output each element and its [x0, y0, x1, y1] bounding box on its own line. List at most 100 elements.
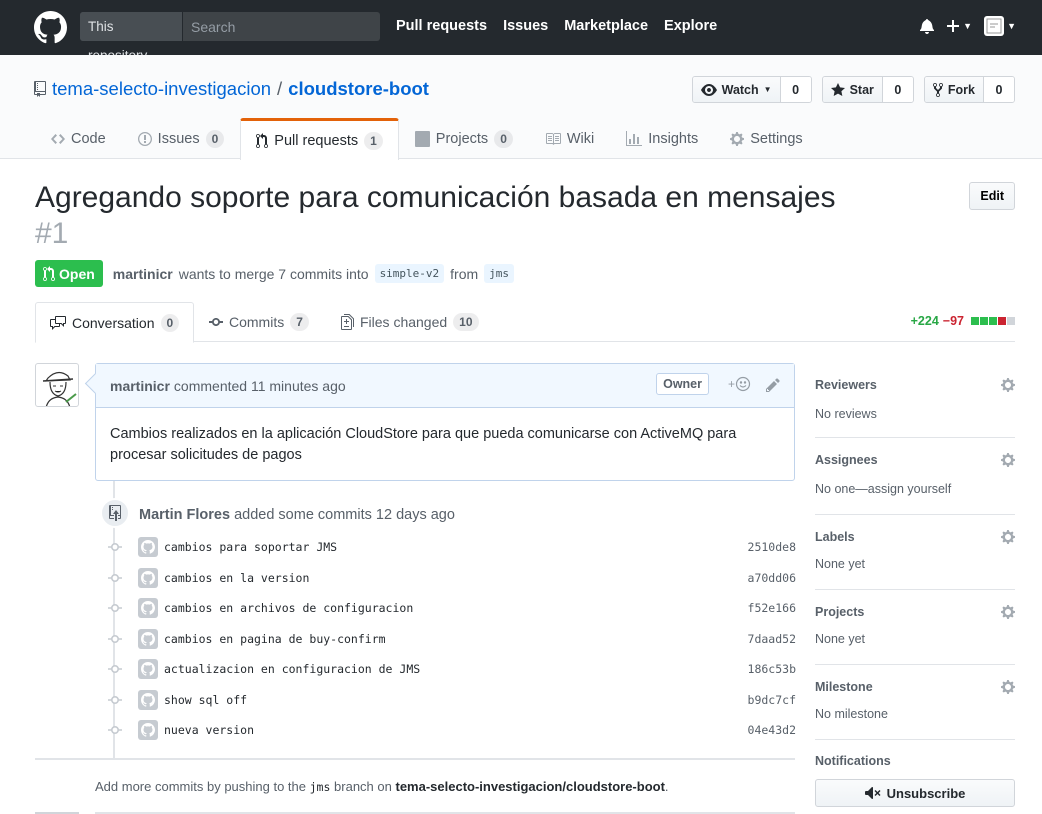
assign-yourself-link[interactable]: No one—assign yourself [815, 482, 951, 496]
tab-label: Issues [157, 131, 200, 147]
commit-sha[interactable]: 7daad52 [748, 632, 796, 646]
chevron-down-icon: ▼ [963, 21, 973, 31]
commit-row: cambios para soportar JMS 2510de8 [108, 535, 796, 559]
tab-projects[interactable]: Projects 0 [399, 118, 529, 159]
comment-timestamp[interactable]: 11 minutes ago [251, 378, 346, 394]
star-button[interactable]: Star [822, 77, 883, 102]
edit-comment-button[interactable] [766, 377, 780, 396]
tab-label: Pull requests [274, 132, 359, 149]
comment-header: martinicr commented 11 minutes ago Owner… [96, 364, 794, 408]
commit-sha[interactable]: 186c53b [748, 662, 796, 676]
issue-opened-icon [137, 132, 152, 146]
repo-name-link[interactable]: cloudstore-boot [288, 78, 429, 100]
user-avatar-dropdown[interactable]: ▼ [984, 16, 1016, 36]
commit-sha[interactable]: 04e43d2 [748, 723, 796, 737]
add-reaction-button[interactable]: + [728, 376, 751, 392]
sidebar-value: No milestone [815, 707, 888, 721]
tab-settings[interactable]: Settings [714, 118, 818, 159]
commit-author-avatar[interactable] [138, 537, 158, 557]
tab-conversation[interactable]: Conversation 0 [35, 302, 195, 343]
commit-author-avatar[interactable] [138, 689, 158, 710]
tab-wiki[interactable]: Wiki [529, 118, 610, 159]
base-branch[interactable]: simple-v2 [374, 264, 445, 283]
watch-button-group: Watch ▼ 0 [691, 76, 812, 103]
gear-icon[interactable] [1001, 604, 1015, 620]
commit-message[interactable]: cambios en archivos de configuracion [164, 601, 413, 615]
commit-row: actualizacion en configuracion de JMS 186… [108, 657, 796, 681]
commit-author-avatar[interactable] [138, 720, 158, 740]
sidebar-heading[interactable]: Projects [815, 605, 864, 619]
sidebar-heading[interactable]: Reviewers [815, 378, 877, 392]
tab-code[interactable]: Code [35, 118, 122, 159]
diffstat-block-neutral [1007, 317, 1015, 325]
tab-commits[interactable]: Commits 7 [195, 302, 323, 342]
commit-author-avatar[interactable] [138, 598, 158, 618]
comment-author-link[interactable]: martinicr [110, 378, 170, 394]
hint-repo: tema-selecto-investigacion/cloudstore-bo… [395, 779, 665, 794]
commit-message[interactable]: cambios en la version [164, 571, 309, 585]
unsubscribe-button[interactable]: Unsubscribe [815, 779, 1015, 807]
pr-sidebar: Reviewers No reviews Assignees No one—as… [815, 363, 1015, 810]
nav-marketplace[interactable]: Marketplace [564, 18, 648, 34]
tab-pull-requests[interactable]: Pull requests 1 [240, 118, 399, 160]
tab-label: Code [71, 131, 106, 147]
repo-owner-link[interactable]: tema-selecto-investigacion [52, 78, 271, 100]
commit-row: cambios en pagina de buy-confirm 7daad52 [108, 627, 796, 651]
commit-author-avatar[interactable] [138, 659, 158, 679]
pr-title: Agregando soporte para comunicación basa… [35, 181, 836, 214]
nav-explore[interactable]: Explore [664, 18, 717, 34]
commit-event: Martin Flores added some commits 12 days… [139, 507, 455, 523]
sidebar-milestone: Milestone No milestone [815, 665, 1015, 740]
tab-insights[interactable]: Insights [610, 118, 714, 159]
commit-sha[interactable]: b9dc7cf [748, 693, 796, 707]
search-input[interactable] [183, 12, 380, 41]
search-scope-label: This repository [80, 12, 183, 63]
repo-push-icon [109, 505, 121, 521]
commit-author-avatar[interactable] [138, 628, 158, 649]
head-branch[interactable]: jms [484, 264, 515, 283]
commit-sha[interactable]: a70dd06 [748, 571, 796, 585]
repo-title: tema-selecto-investigacion / cloudstore-… [34, 78, 429, 100]
comment-box: martinicr commented 11 minutes ago Owner… [95, 363, 795, 481]
pull-request-icon [43, 265, 55, 281]
watch-count[interactable]: 0 [780, 77, 811, 102]
commit-sha[interactable]: f52e166 [748, 601, 796, 615]
sidebar-projects: Projects None yet [815, 590, 1015, 665]
gear-icon[interactable] [1001, 679, 1015, 695]
edit-button[interactable]: Edit [969, 182, 1015, 210]
file-diff-icon [341, 314, 354, 330]
unsubscribe-label: Unsubscribe [886, 785, 966, 801]
commit-sha[interactable]: 2510de8 [748, 540, 796, 554]
pr-author-link[interactable]: martinicr [113, 266, 173, 282]
git-commit-icon [108, 601, 122, 615]
star-count[interactable]: 0 [882, 77, 913, 102]
commit-message[interactable]: nueva version [164, 723, 254, 737]
sidebar-heading[interactable]: Milestone [815, 680, 873, 694]
commit-message[interactable]: cambios para soportar JMS [164, 540, 337, 554]
notifications-bell-icon[interactable] [920, 18, 935, 34]
gear-icon[interactable] [1001, 377, 1015, 393]
commit-event-author[interactable]: Martin Flores [139, 507, 230, 523]
push-hint: Add more commits by pushing to the jms b… [95, 779, 669, 794]
commit-message[interactable]: cambios en pagina de buy-confirm [164, 632, 386, 646]
fork-button[interactable]: Fork [924, 77, 984, 102]
tab-files-changed[interactable]: Files changed 10 [327, 302, 493, 342]
gear-icon[interactable] [1001, 452, 1015, 468]
commit-message[interactable]: actualizacion en configuracion de JMS [164, 662, 420, 676]
nav-issues[interactable]: Issues [503, 18, 548, 34]
sidebar-heading[interactable]: Labels [815, 530, 855, 544]
tab-issues[interactable]: Issues 0 [122, 118, 241, 159]
global-nav: Pull requests Issues Marketplace Explore [396, 18, 717, 34]
gear-icon[interactable] [1001, 529, 1015, 545]
sidebar-heading[interactable]: Assignees [815, 453, 878, 467]
commit-author-avatar[interactable] [138, 567, 158, 588]
github-logo-icon[interactable] [34, 11, 67, 44]
fork-count[interactable]: 0 [984, 77, 1014, 102]
watch-button[interactable]: Watch ▼ [692, 77, 781, 102]
tab-label: Projects [435, 131, 489, 147]
create-new-dropdown[interactable]: ▼ [946, 19, 972, 33]
git-commit-icon [108, 662, 122, 676]
commit-message[interactable]: show sql off [164, 693, 247, 707]
nav-pull-requests[interactable]: Pull requests [396, 18, 487, 34]
commenter-avatar[interactable] [35, 363, 79, 407]
